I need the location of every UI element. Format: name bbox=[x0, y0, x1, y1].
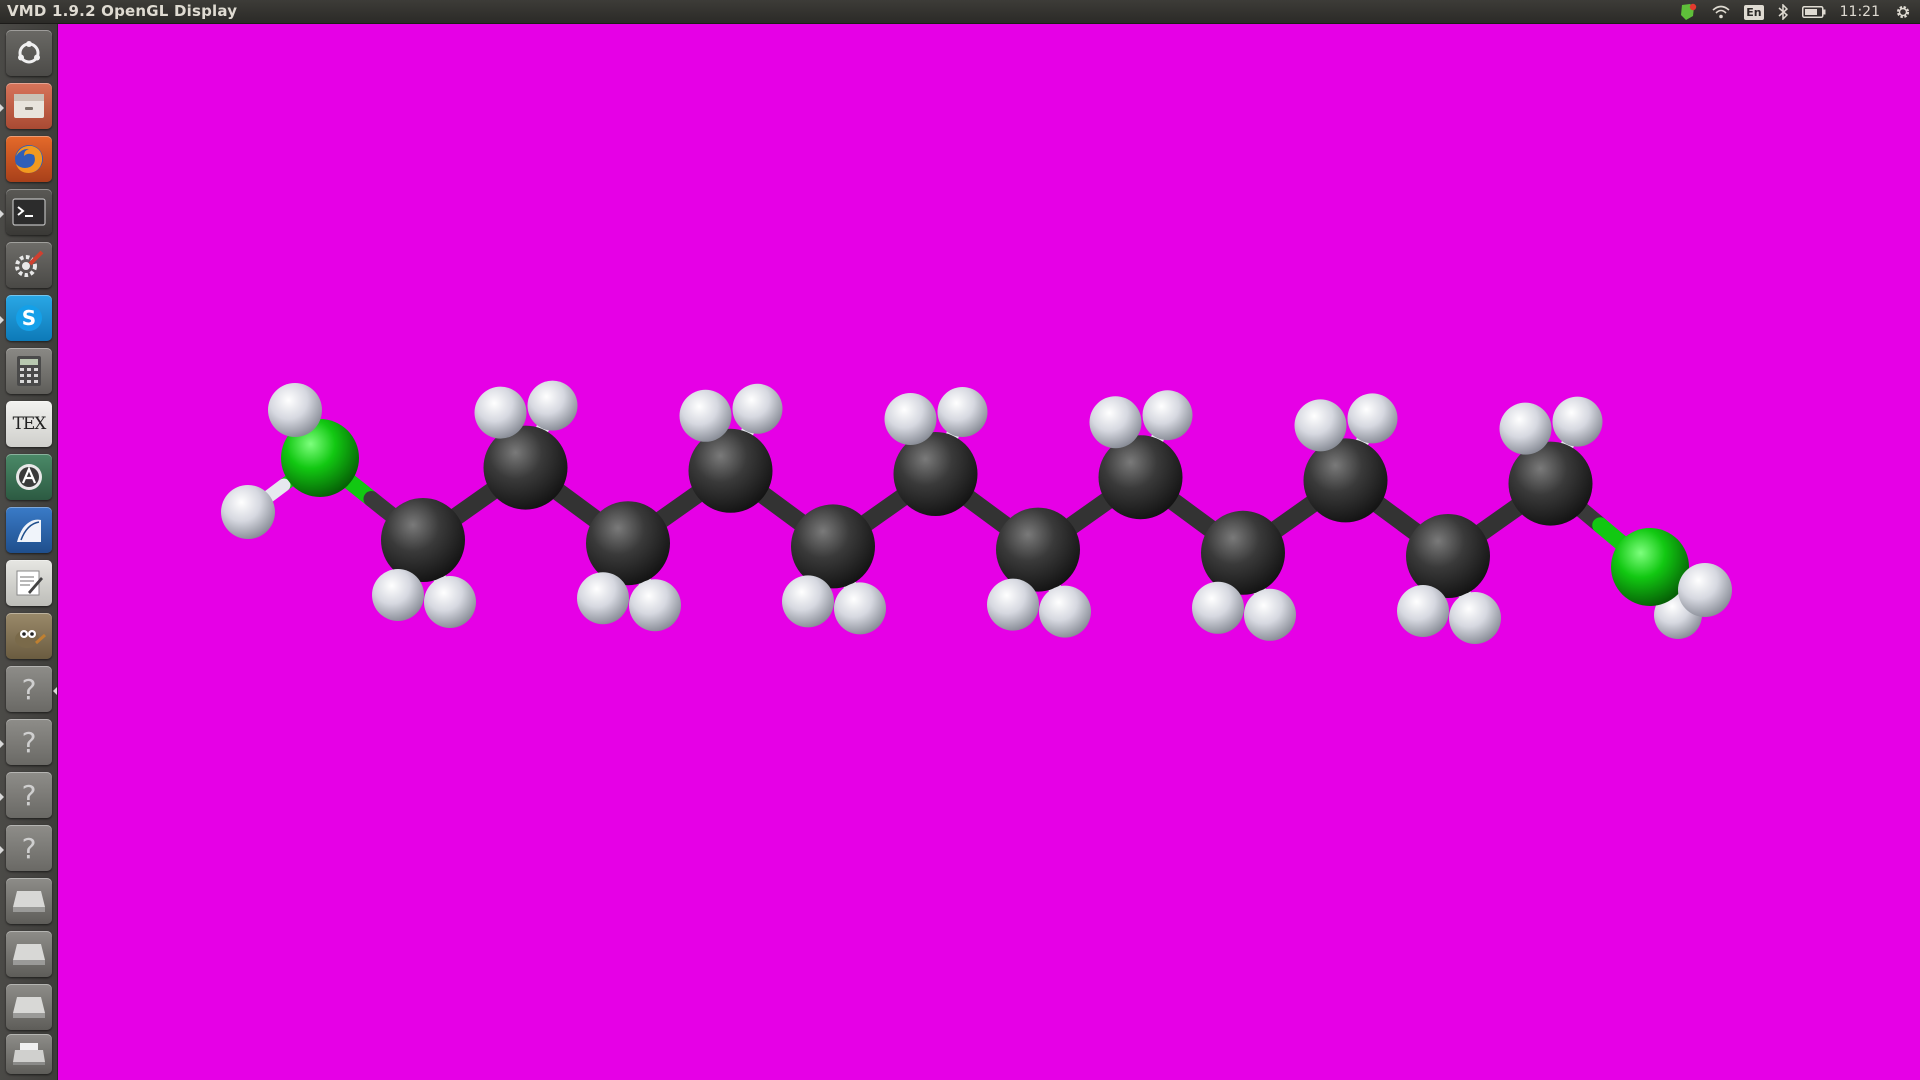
hydrogen-atom bbox=[1089, 396, 1142, 449]
hydrogen-atom bbox=[527, 380, 578, 431]
skype-icon[interactable]: S bbox=[6, 295, 52, 341]
drive-icon-2[interactable] bbox=[6, 931, 52, 977]
clock[interactable]: 11:21 bbox=[1840, 0, 1880, 24]
battery-icon[interactable] bbox=[1801, 0, 1826, 24]
wifi-icon[interactable] bbox=[1712, 0, 1730, 24]
tex-icon[interactable]: TEX bbox=[6, 401, 52, 447]
running-indicator bbox=[0, 740, 4, 748]
hydrogen-atom bbox=[1347, 393, 1398, 444]
hydrogen-atom bbox=[732, 383, 783, 434]
hydrogen-atom bbox=[1678, 563, 1732, 617]
top-panel: VMD 1.9.2 OpenGL Display En 11:21 bbox=[0, 0, 1920, 24]
terminal-icon[interactable] bbox=[6, 189, 52, 235]
hydrogen-atom bbox=[1039, 585, 1091, 638]
update-shield-icon[interactable] bbox=[1678, 0, 1698, 24]
unknown-app-label: ? bbox=[21, 831, 37, 865]
hydrogen-atom bbox=[577, 572, 629, 625]
hydrogen-atom bbox=[268, 383, 322, 437]
drive-icon-3[interactable] bbox=[6, 984, 52, 1030]
hydrogen-atom bbox=[782, 575, 834, 628]
hydrogen-atom bbox=[474, 386, 527, 439]
unknown-app-label: ? bbox=[21, 672, 37, 706]
keyboard-layout-icon[interactable]: En bbox=[1744, 0, 1764, 24]
hydrogen-atom bbox=[1499, 402, 1552, 455]
svg-text:S: S bbox=[22, 306, 36, 330]
hydrogen-atom bbox=[629, 579, 681, 632]
unknown-app-icon-4[interactable]: ? bbox=[6, 825, 52, 871]
hydrogen-atom bbox=[221, 485, 275, 539]
printer-icon[interactable] bbox=[6, 1034, 52, 1074]
running-indicator bbox=[0, 210, 4, 218]
running-indicator bbox=[0, 793, 4, 801]
tex-label: TEX bbox=[12, 414, 47, 434]
hydrogen-atom bbox=[679, 389, 732, 442]
keyboard-layout-label: En bbox=[1744, 4, 1764, 20]
gimp-icon[interactable] bbox=[6, 613, 52, 659]
hydrogen-atom bbox=[1552, 396, 1603, 447]
running-indicator bbox=[0, 846, 4, 854]
nitrogen-atom bbox=[1611, 528, 1689, 606]
hydrogen-atom bbox=[372, 569, 424, 621]
software-updater-icon[interactable] bbox=[6, 454, 52, 500]
hydrogen-atom bbox=[987, 578, 1039, 631]
files-icon[interactable] bbox=[6, 83, 52, 129]
text-editor-icon[interactable] bbox=[6, 560, 52, 606]
hydrogen-atom bbox=[1294, 399, 1347, 452]
launcher: S TEX ? ? ? ? bbox=[0, 24, 58, 1080]
hydrogen-atom bbox=[1142, 390, 1193, 441]
window-title: VMD 1.9.2 OpenGL Display bbox=[7, 2, 238, 20]
unknown-app-label: ? bbox=[21, 725, 37, 759]
writer-icon[interactable] bbox=[6, 507, 52, 553]
hydrogen-atom bbox=[1449, 592, 1501, 644]
bluetooth-icon[interactable] bbox=[1778, 0, 1788, 24]
hydrogen-atom bbox=[1192, 581, 1244, 634]
hydrogen-atom bbox=[424, 576, 476, 628]
opengl-display[interactable] bbox=[58, 24, 1920, 1080]
dash-home-icon[interactable] bbox=[6, 30, 52, 76]
unknown-app-label: ? bbox=[21, 778, 37, 812]
unknown-app-icon-1[interactable]: ? bbox=[6, 666, 52, 712]
system-tray: En 11:21 bbox=[1678, 0, 1920, 24]
running-indicator bbox=[0, 316, 4, 324]
hydrogen-atom bbox=[1397, 585, 1449, 637]
molecule-render bbox=[221, 380, 1732, 644]
unknown-app-icon-3[interactable]: ? bbox=[6, 772, 52, 818]
hydrogen-atom bbox=[884, 393, 937, 445]
hydrogen-atom bbox=[1244, 588, 1296, 641]
settings-gear-icon[interactable] bbox=[1894, 0, 1912, 24]
running-indicator bbox=[0, 104, 4, 112]
unknown-app-icon-2[interactable]: ? bbox=[6, 719, 52, 765]
hydrogen-atom bbox=[937, 387, 988, 437]
system-settings-icon[interactable] bbox=[6, 242, 52, 288]
drive-icon-1[interactable] bbox=[6, 878, 52, 924]
firefox-icon[interactable] bbox=[6, 136, 52, 182]
active-indicator bbox=[53, 687, 57, 695]
hydrogen-atom bbox=[834, 582, 886, 635]
calculator-icon[interactable] bbox=[6, 348, 52, 394]
